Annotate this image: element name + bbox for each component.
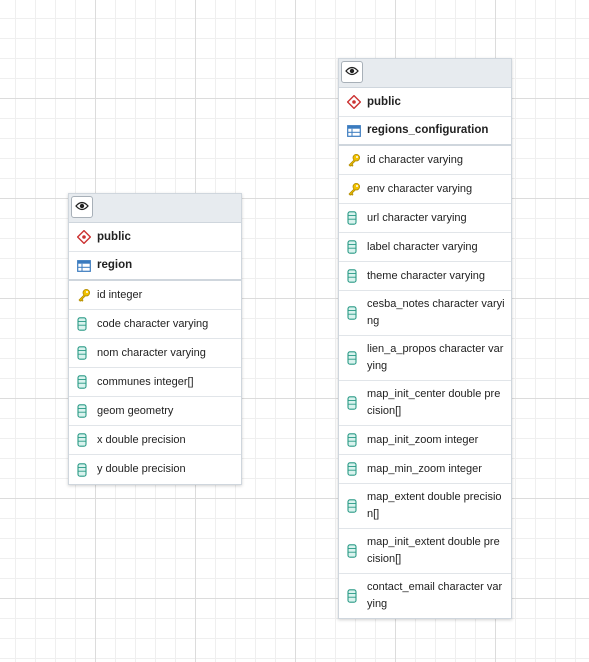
column-row[interactable]: cesba_notes character varying — [339, 291, 511, 336]
column-row[interactable]: lien_a_propos character varying — [339, 336, 511, 381]
column-row[interactable]: map_init_zoom integer — [339, 426, 511, 455]
column-label: id character varying — [367, 153, 463, 166]
column-row[interactable]: nom character varying — [69, 339, 241, 368]
column-label: map_init_zoom integer — [367, 433, 479, 446]
erd-canvas: { "tables": { "region": { "schema": "pub… — [0, 0, 589, 662]
column-icon — [77, 375, 97, 389]
table-icon — [77, 259, 97, 272]
column-row[interactable]: url character varying — [339, 204, 511, 233]
column-label: code character varying — [97, 317, 209, 330]
column-label: map_init_extent double precision[] — [367, 536, 500, 565]
table-name-row: region — [69, 252, 241, 281]
column-row[interactable]: x double precision — [69, 426, 241, 455]
column-icon — [77, 404, 97, 418]
show-details-button[interactable] — [71, 196, 93, 218]
column-row[interactable]: env character varying — [339, 175, 511, 204]
column-label: y double precision — [97, 463, 186, 475]
column-icon — [347, 240, 367, 254]
column-label: nom character varying — [97, 346, 206, 359]
column-row[interactable]: y double precision — [69, 455, 241, 484]
column-icon — [77, 462, 97, 477]
column-row[interactable]: theme character varying — [339, 262, 511, 291]
primary-key-icon — [347, 182, 367, 196]
column-label: lien_a_propos character varying — [367, 343, 504, 372]
table-icon — [347, 124, 367, 137]
column-row[interactable]: map_init_extent double precision[] — [339, 529, 511, 574]
column-label: contact_email character varying — [367, 581, 503, 610]
schema-name: public — [367, 95, 401, 108]
column-label: map_extent double precision[] — [367, 491, 502, 520]
column-label: label character varying — [367, 240, 478, 253]
table-node-region[interactable]: public region id integer code character v… — [68, 193, 242, 485]
column-icon — [347, 306, 367, 320]
column-row[interactable]: code character varying — [69, 310, 241, 339]
column-label: communes integer[] — [97, 375, 194, 388]
column-row[interactable]: communes integer[] — [69, 368, 241, 397]
column-list: id character varying env character varyin… — [339, 146, 511, 618]
table-node-header — [339, 59, 511, 88]
column-icon — [347, 499, 367, 513]
column-label: map_init_center double precision[] — [367, 388, 501, 417]
table-node-regions-configuration[interactable]: public regions_configuration id characte… — [338, 58, 512, 619]
column-row[interactable]: map_min_zoom integer — [339, 455, 511, 484]
column-icon — [347, 589, 367, 603]
primary-key-icon — [77, 288, 97, 302]
column-label: id integer — [97, 288, 143, 301]
column-row[interactable]: map_extent double precision[] — [339, 484, 511, 529]
column-icon — [347, 211, 367, 225]
column-icon — [347, 269, 367, 283]
column-icon — [77, 433, 97, 447]
column-label: x double precision — [97, 433, 186, 446]
column-label: map_min_zoom integer — [367, 462, 482, 475]
primary-key-icon — [347, 153, 367, 167]
column-row[interactable]: id character varying — [339, 146, 511, 175]
schema-name: public — [97, 230, 131, 243]
column-row[interactable]: label character varying — [339, 233, 511, 262]
eye-icon — [75, 198, 89, 216]
column-icon — [347, 544, 367, 558]
column-icon — [347, 351, 367, 365]
column-label: geom geometry — [97, 404, 174, 417]
eye-icon — [345, 63, 359, 81]
column-icon — [77, 346, 97, 360]
column-list: id integer code character varying nom char… — [69, 281, 241, 484]
column-row[interactable]: id integer — [69, 281, 241, 310]
table-name-row: regions_configuration — [339, 117, 511, 146]
column-row[interactable]: map_init_center double precision[] — [339, 381, 511, 426]
table-node-header — [69, 194, 241, 223]
table-name: region — [97, 259, 133, 271]
column-label: env character varying — [367, 182, 473, 195]
schema-icon — [77, 230, 97, 244]
column-label: url character varying — [367, 211, 467, 224]
column-icon — [347, 433, 367, 447]
column-icon — [77, 317, 97, 331]
schema-icon — [347, 95, 367, 109]
column-label: cesba_notes character varying — [367, 298, 505, 327]
show-details-button[interactable] — [341, 61, 363, 83]
column-row[interactable]: geom geometry — [69, 397, 241, 426]
column-row[interactable]: contact_email character varying — [339, 574, 511, 618]
schema-row: public — [69, 223, 241, 252]
schema-row: public — [339, 88, 511, 117]
column-icon — [347, 462, 367, 476]
column-label: theme character varying — [367, 269, 485, 282]
table-name: regions_configuration — [367, 124, 489, 136]
column-icon — [347, 396, 367, 410]
